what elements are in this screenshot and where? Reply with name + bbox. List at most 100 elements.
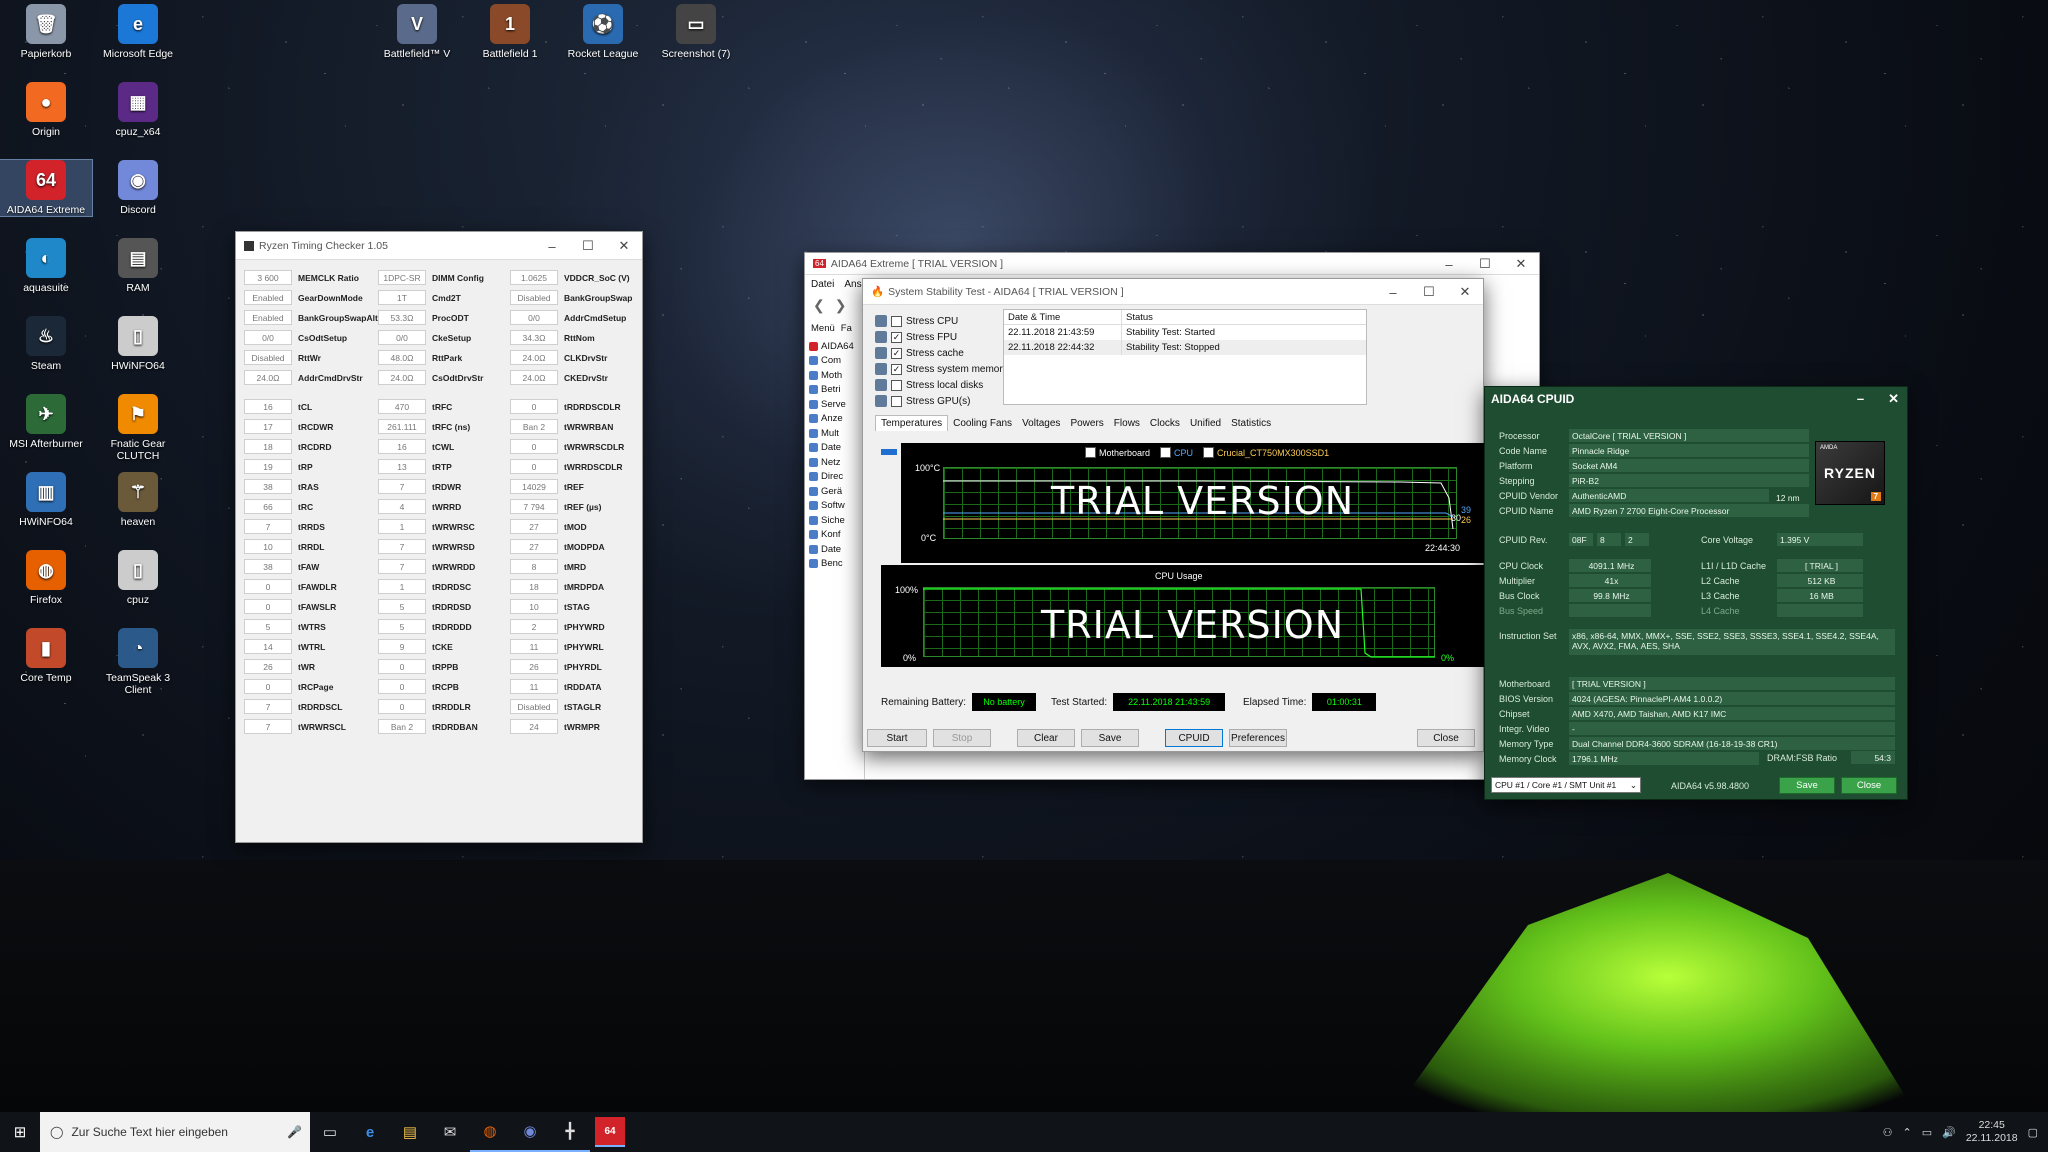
- maximize-icon[interactable]: ☐: [1411, 279, 1447, 305]
- people-icon[interactable]: ⚇: [1883, 1126, 1893, 1139]
- desktop-icon[interactable]: ▥ HWiNFO64: [0, 472, 92, 528]
- cpuid-button[interactable]: CPUID: [1165, 729, 1223, 747]
- tree-tab-favorites[interactable]: Fa: [841, 323, 852, 334]
- tree-item[interactable]: Gerä: [805, 484, 864, 499]
- stress-option[interactable]: Stress CPU: [875, 313, 1008, 329]
- tree-item[interactable]: Serve: [805, 397, 864, 412]
- desktop-icon[interactable]: ⚑ Fnatic Gear CLUTCH: [92, 394, 184, 462]
- desktop-icon[interactable]: 🗑 Papierkorb: [0, 4, 92, 60]
- clock[interactable]: 22:45 22.11.2018: [1966, 1119, 2018, 1145]
- rtc-titlebar[interactable]: Ryzen Timing Checker 1.05 – ☐ ✕: [236, 232, 642, 260]
- discord-taskbar-icon[interactable]: ◉: [510, 1112, 550, 1152]
- forward-icon[interactable]: ❯: [835, 297, 847, 314]
- tree-item[interactable]: Com: [805, 354, 864, 369]
- close-icon[interactable]: ✕: [606, 232, 642, 260]
- stress-option[interactable]: ✓ Stress FPU: [875, 329, 1008, 345]
- desktop-icon[interactable]: ▦ cpuz_x64: [92, 82, 184, 138]
- stop-button[interactable]: Stop: [933, 729, 991, 747]
- tree-item[interactable]: Mult: [805, 426, 864, 441]
- tree-tab-menu[interactable]: Menü: [811, 323, 835, 334]
- close-button[interactable]: Close: [1417, 729, 1475, 747]
- chevron-up-icon[interactable]: ⌃: [1902, 1126, 1911, 1139]
- close-icon[interactable]: ✕: [1447, 279, 1483, 305]
- sst-tab[interactable]: Temperatures: [875, 415, 949, 431]
- desktop-icon[interactable]: ⚚ heaven: [92, 472, 184, 528]
- minimize-icon[interactable]: –: [1375, 279, 1411, 305]
- tree-item[interactable]: Moth: [805, 368, 864, 383]
- desktop-icon[interactable]: ✈ MSI Afterburner: [0, 394, 92, 450]
- close-icon[interactable]: ✕: [1503, 253, 1539, 275]
- minimize-icon[interactable]: –: [1857, 391, 1864, 407]
- stress-checkbox[interactable]: [891, 315, 902, 327]
- search-box[interactable]: ◯ Zur Suche Text hier eingeben 🎤: [40, 1112, 310, 1152]
- cpuid-save-button[interactable]: Save: [1779, 777, 1835, 794]
- tree-item[interactable]: Direc: [805, 470, 864, 485]
- desktop-icon[interactable]: e Microsoft Edge: [92, 4, 184, 60]
- tree-item[interactable]: Konf: [805, 528, 864, 543]
- tree-item[interactable]: Softw: [805, 499, 864, 514]
- stress-checkbox[interactable]: ✓: [891, 363, 902, 375]
- rtc-taskbar-icon[interactable]: ╋: [550, 1112, 590, 1152]
- menu-file[interactable]: Datei: [811, 279, 834, 290]
- start-button[interactable]: Start: [867, 729, 927, 747]
- desktop-icon[interactable]: ▯ cpuz: [92, 550, 184, 606]
- sst-titlebar[interactable]: 🔥 System Stability Test - AIDA64 [ TRIAL…: [863, 279, 1483, 305]
- tree-item[interactable]: Date: [805, 441, 864, 456]
- tree-item[interactable]: Betri: [805, 383, 864, 398]
- back-icon[interactable]: ❮: [813, 297, 825, 314]
- stress-option[interactable]: ✓ Stress cache: [875, 345, 1008, 361]
- tree-item[interactable]: Netz: [805, 455, 864, 470]
- sst-tab[interactable]: Statistics: [1226, 415, 1276, 431]
- maximize-icon[interactable]: ☐: [570, 232, 606, 260]
- file-explorer-icon[interactable]: ▤: [390, 1112, 430, 1152]
- windows-start-icon[interactable]: ⊞: [0, 1112, 40, 1152]
- core-selector[interactable]: CPU #1 / Core #1 / SMT Unit #1 ⌄: [1491, 777, 1641, 793]
- sst-tab[interactable]: Cooling Fans: [948, 415, 1017, 431]
- tree-item[interactable]: Date: [805, 542, 864, 557]
- desktop-icon[interactable]: ● Origin: [0, 82, 92, 138]
- minimize-icon[interactable]: –: [534, 232, 570, 260]
- desktop-icon[interactable]: ◐ aquasuite: [0, 238, 92, 294]
- sst-tab[interactable]: Powers: [1065, 415, 1108, 431]
- maximize-icon[interactable]: ☐: [1467, 253, 1503, 275]
- stress-checkbox[interactable]: ✓: [891, 331, 902, 343]
- task-view-icon[interactable]: ▭: [310, 1112, 350, 1152]
- cpuid-titlebar[interactable]: AIDA64 CPUID – ✕: [1485, 387, 1907, 411]
- stress-checkbox[interactable]: [891, 379, 902, 391]
- minimize-icon[interactable]: –: [1431, 253, 1467, 275]
- desktop-icon[interactable]: V Battlefield™ V: [371, 4, 463, 60]
- log-header-date[interactable]: Date & Time: [1004, 310, 1122, 324]
- edge-taskbar-icon[interactable]: e: [350, 1112, 390, 1152]
- notification-icon[interactable]: ▢: [2028, 1126, 2038, 1139]
- cpuid-close-button[interactable]: Close: [1841, 777, 1897, 794]
- desktop-icon[interactable]: ▭ Screenshot (7): [650, 4, 742, 60]
- tree-item[interactable]: Siche: [805, 513, 864, 528]
- desktop-icon[interactable]: ◔ TeamSpeak 3 Client: [92, 628, 184, 696]
- desktop-icon[interactable]: ▯ HWiNFO64: [92, 316, 184, 372]
- tree-item[interactable]: Benc: [805, 557, 864, 572]
- desktop-icon[interactable]: 1 Battlefield 1: [464, 4, 556, 60]
- network-icon[interactable]: ▭: [1922, 1126, 1932, 1139]
- stress-option[interactable]: Stress GPU(s): [875, 393, 1008, 409]
- desktop-icon[interactable]: ▮ Core Temp: [0, 628, 92, 684]
- sst-tab[interactable]: Flows: [1109, 415, 1145, 431]
- aida-titlebar[interactable]: 64 AIDA64 Extreme [ TRIAL VERSION ] – ☐ …: [805, 253, 1539, 275]
- preferences-button[interactable]: Preferences: [1229, 729, 1287, 747]
- mail-icon[interactable]: ✉: [430, 1112, 470, 1152]
- desktop-icon[interactable]: ♨ Steam: [0, 316, 92, 372]
- desktop-icon[interactable]: ◍ Firefox: [0, 550, 92, 606]
- save-button[interactable]: Save: [1081, 729, 1139, 747]
- volume-icon[interactable]: 🔊: [1942, 1126, 1956, 1139]
- stress-checkbox[interactable]: ✓: [891, 347, 902, 359]
- desktop-icon[interactable]: 64 AIDA64 Extreme: [0, 159, 93, 217]
- sst-tab[interactable]: Clocks: [1145, 415, 1185, 431]
- tree-item[interactable]: AIDA64: [805, 339, 864, 354]
- sst-tab[interactable]: Unified: [1185, 415, 1226, 431]
- stress-option[interactable]: Stress local disks: [875, 377, 1008, 393]
- microphone-icon[interactable]: 🎤: [287, 1125, 310, 1139]
- close-icon[interactable]: ✕: [1888, 391, 1899, 407]
- firefox-taskbar-icon[interactable]: ◍: [470, 1112, 510, 1152]
- clear-button[interactable]: Clear: [1017, 729, 1075, 747]
- desktop-icon[interactable]: ▤ RAM: [92, 238, 184, 294]
- tree-item[interactable]: Anze: [805, 412, 864, 427]
